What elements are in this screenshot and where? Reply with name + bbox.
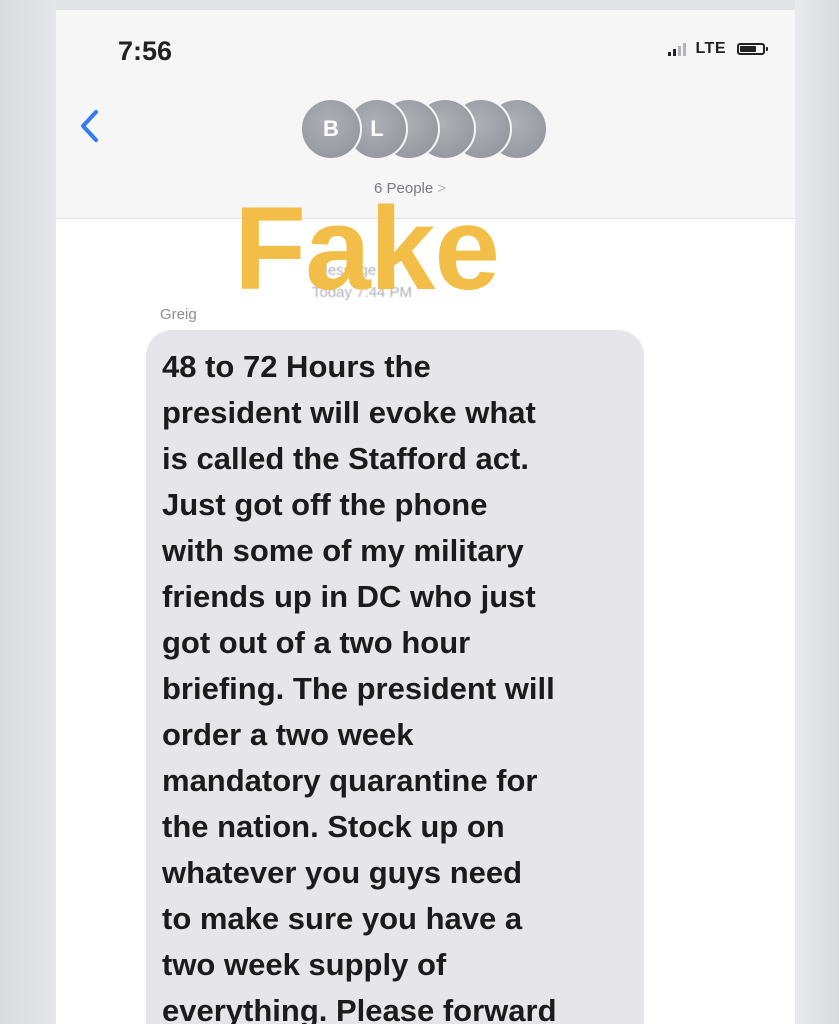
- message-line: the nation. Stock up on: [162, 809, 505, 844]
- fake-overlay-label: Fake: [234, 183, 500, 315]
- message-line: got out of a two hour: [162, 625, 471, 660]
- battery-icon: [737, 43, 768, 55]
- network-label: LTE: [695, 40, 726, 57]
- message-line: with some of my military: [162, 533, 524, 568]
- message-line: two week supply of: [162, 947, 447, 982]
- message-line: 48 to 72 Hours the: [162, 349, 431, 384]
- phone-screen: 7:56 LTE L B 6 People > iMessage Today 7…: [56, 10, 795, 1024]
- message-line: to make sure you have a: [162, 901, 523, 936]
- sender-name: Greig: [160, 306, 197, 323]
- group-avatars[interactable]: L B: [300, 98, 560, 160]
- signal-icon: [668, 42, 687, 56]
- background-right: [795, 0, 839, 1024]
- status-time: 7:56: [118, 36, 173, 66]
- message-line: everything. Please forward: [162, 993, 557, 1024]
- message-line: Just got off the phone: [162, 487, 488, 522]
- message-bubble[interactable]: 48 to 72 Hours the president will evoke …: [146, 330, 644, 1024]
- message-line: president will evoke what: [162, 395, 536, 430]
- status-indicators: LTE: [668, 40, 768, 58]
- message-line: order a two week: [162, 717, 414, 752]
- message-line: briefing. The president will: [162, 671, 555, 706]
- message-line: mandatory quarantine for: [162, 763, 538, 798]
- background-left: [0, 0, 56, 1024]
- message-line: whatever you guys need: [162, 855, 523, 890]
- chevron-left-icon[interactable]: [74, 106, 108, 146]
- message-line: friends up in DC who just: [162, 579, 536, 614]
- avatar: B: [300, 98, 362, 160]
- message-line: is called the Stafford act.: [162, 441, 529, 476]
